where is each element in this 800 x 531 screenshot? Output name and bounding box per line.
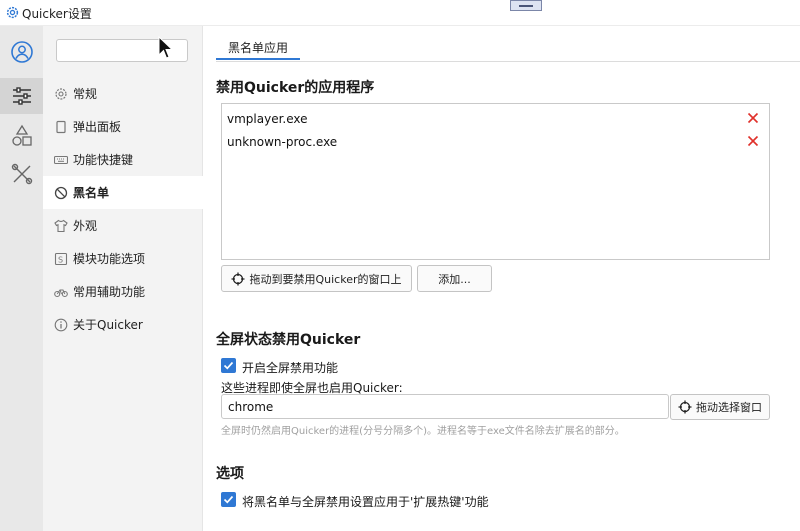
ban-icon: [54, 186, 68, 200]
remove-icon[interactable]: [746, 111, 760, 125]
info-icon: [54, 318, 68, 332]
fullscreen-disable-checkbox[interactable]: [221, 358, 236, 373]
keyboard-icon: [54, 153, 68, 167]
exceptions-input[interactable]: [221, 394, 669, 419]
sidebar-item-label: 模块功能选项: [73, 252, 146, 266]
tab-divider: [216, 61, 800, 62]
user-icon: [10, 41, 33, 63]
title-bar: Quicker设置: [0, 0, 800, 26]
fullscreen-heading: 全屏状态禁用Quicker: [216, 332, 361, 348]
module-icon: S: [54, 252, 68, 266]
crosshair-icon: [231, 272, 245, 285]
pick-window-label: 拖动选择窗口: [696, 401, 762, 414]
sidebar-item-general[interactable]: 常规: [43, 77, 203, 110]
svg-text:S: S: [58, 255, 63, 264]
sidebar-item-module-options[interactable]: S 模块功能选项: [43, 242, 203, 275]
apply-to-hotkeys-label: 将黑名单与全屏禁用设置应用于'扩展热键'功能: [242, 495, 489, 509]
sidebar-item-appearance[interactable]: 外观: [43, 209, 203, 242]
rail-tools[interactable]: [0, 156, 43, 192]
remove-icon[interactable]: [746, 134, 760, 148]
sidebar-item-label: 功能快捷键: [73, 153, 134, 167]
pick-window-button[interactable]: 拖动选择窗口: [670, 394, 770, 420]
sidebar: 常规 弹出面板 功能快捷键 黑名单 外观 S 模块功能选项 常用辅助功能 关于Q…: [43, 26, 203, 531]
bike-icon: [54, 285, 68, 299]
tools-icon: [11, 163, 32, 185]
shirt-icon: [54, 219, 68, 233]
rail-shapes[interactable]: [0, 118, 43, 154]
list-item[interactable]: vmplayer.exe: [222, 107, 769, 130]
fullscreen-disable-label: 开启全屏禁用功能: [242, 361, 339, 375]
gear-icon: [54, 87, 68, 101]
shapes-icon: [11, 124, 32, 146]
sidebar-item-about[interactable]: 关于Quicker: [43, 308, 203, 341]
add-button-label: 添加...: [438, 272, 471, 286]
drag-to-window-button[interactable]: 拖动到要禁用Quicker的窗口上: [221, 265, 412, 292]
sidebar-item-hotkeys[interactable]: 功能快捷键: [43, 143, 203, 176]
sidebar-item-popup-panel[interactable]: 弹出面板: [43, 110, 203, 143]
tab-blacklist-apps[interactable]: 黑名单应用: [216, 36, 301, 60]
window-title: Quicker设置: [22, 7, 92, 21]
sidebar-item-label: 常用辅助功能: [73, 285, 146, 299]
rail-settings[interactable]: [0, 78, 43, 114]
check-icon: [223, 495, 234, 504]
crosshair-icon: [678, 400, 692, 414]
sidebar-item-label: 黑名单: [73, 186, 110, 200]
exceptions-hint: 全屏时仍然启用Quicker的进程(分号分隔多个)。进程名等于exe文件名除去扩…: [221, 426, 625, 437]
sidebar-item-label: 外观: [73, 219, 98, 233]
restore-window-button[interactable]: [510, 0, 542, 11]
rail-user[interactable]: [0, 34, 43, 70]
blocked-apps-heading: 禁用Quicker的应用程序: [216, 80, 375, 96]
sidebar-item-assist[interactable]: 常用辅助功能: [43, 275, 203, 308]
drag-button-label: 拖动到要禁用Quicker的窗口上: [249, 272, 402, 286]
panel-icon: [54, 120, 68, 134]
sidebar-item-blacklist[interactable]: 黑名单: [43, 176, 203, 209]
sidebar-item-label: 弹出面板: [73, 120, 122, 134]
add-app-button[interactable]: 添加...: [417, 265, 492, 292]
icon-rail: [0, 26, 43, 531]
sidebar-item-label: 关于Quicker: [73, 318, 143, 332]
apply-to-hotkeys-checkbox[interactable]: [221, 492, 236, 507]
app-name: unknown-proc.exe: [227, 134, 338, 149]
sliders-icon: [12, 87, 31, 105]
sidebar-item-label: 常规: [73, 87, 98, 101]
settings-gear-icon: [6, 6, 19, 19]
check-icon: [223, 361, 234, 370]
main-content: 黑名单应用 禁用Quicker的应用程序 vmplayer.exe unknow…: [203, 26, 800, 531]
options-heading: 选项: [216, 466, 244, 482]
app-name: vmplayer.exe: [227, 111, 308, 126]
list-item[interactable]: unknown-proc.exe: [222, 130, 769, 153]
mouse-cursor-icon: [158, 36, 174, 59]
blocked-apps-list[interactable]: vmplayer.exe unknown-proc.exe: [221, 103, 770, 260]
